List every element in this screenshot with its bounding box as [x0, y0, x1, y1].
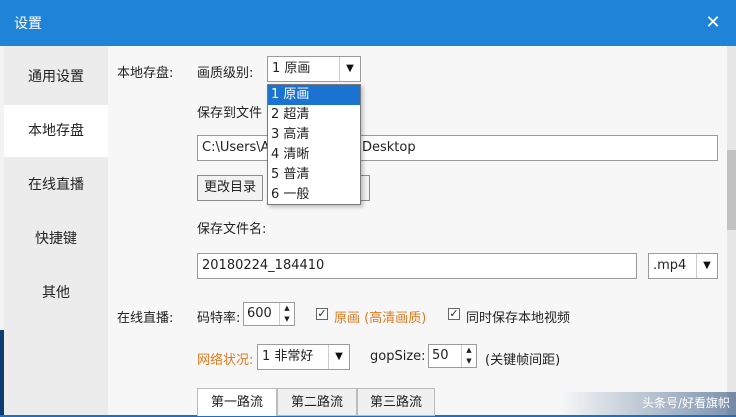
chevron-down-icon[interactable]: ▼ — [339, 57, 360, 81]
spinner-arrows-icon[interactable]: ▲ ▼ — [279, 303, 294, 325]
settings-window: 设置 ✕ 通用设置 本地存盘 在线直播 快捷键 其他 本地存盘: 画质级别: 1… — [0, 0, 736, 416]
quality-option-1[interactable]: 1 原画 — [268, 85, 360, 105]
watermark: 头条号/好看旗帜 — [560, 392, 736, 415]
desktop-edge — [0, 330, 4, 415]
close-icon[interactable]: ✕ — [700, 10, 726, 36]
title-bar: 设置 ✕ — [0, 0, 736, 46]
save-local-label: 同时保存本地视频 — [466, 311, 571, 326]
local-storage-section-label: 本地存盘: — [117, 66, 174, 81]
spinner-arrows-icon[interactable]: ▲ ▼ — [461, 345, 476, 367]
quality-dropdown-list: 1 原画 2 超清 3 高清 4 清晰 5 普清 6 一般 — [267, 84, 361, 205]
format-select-value: .mp4 — [653, 258, 687, 273]
quality-option-5[interactable]: 5 普清 — [268, 165, 360, 185]
quality-option-2[interactable]: 2 超清 — [268, 105, 360, 125]
sidebar-item-live[interactable]: 在线直播 — [4, 159, 108, 211]
gop-size-label: gopSize: — [370, 349, 426, 364]
quality-option-3[interactable]: 3 高清 — [268, 125, 360, 145]
quality-select[interactable]: 1 原画 ▼ — [267, 56, 361, 82]
save-path-suffix: Desktop — [362, 140, 416, 155]
quality-select-value: 1 原画 — [272, 61, 311, 76]
bitrate-spinner[interactable]: 600 ▲ ▼ — [243, 302, 295, 326]
tab-stream-2[interactable]: 第二路流 — [277, 388, 357, 416]
tab-stream-1[interactable]: 第一路流 — [197, 388, 277, 416]
filename-label: 保存文件名: — [197, 222, 267, 237]
scrollbar-thumb[interactable] — [727, 150, 736, 230]
gop-size-value: 50 — [432, 348, 449, 363]
quality-label: 画质级别: — [197, 66, 254, 81]
save-local-checkbox[interactable]: ✓ — [448, 308, 460, 320]
format-select[interactable]: .mp4 ▼ — [648, 253, 718, 279]
filename-input[interactable]: 20180224_184410 — [197, 253, 637, 279]
save-path-prefix: C:\Users\A — [202, 140, 270, 155]
quality-option-6[interactable]: 6 一般 — [268, 185, 360, 205]
original-quality-checkbox[interactable]: ✓ — [316, 308, 328, 320]
scrollbar-track[interactable] — [727, 46, 736, 415]
network-status-select[interactable]: 1 非常好 ▼ — [257, 344, 350, 370]
gop-note: (关键帧间距) — [485, 353, 561, 368]
sidebar-item-other[interactable]: 其他 — [4, 267, 108, 319]
sidebar-item-shortcuts[interactable]: 快捷键 — [4, 213, 108, 265]
change-directory-button[interactable]: 更改目录 — [197, 175, 264, 201]
network-status-value: 1 非常好 — [262, 349, 314, 364]
chevron-down-icon[interactable]: ▼ — [328, 345, 349, 369]
live-section-label: 在线直播: — [117, 311, 174, 326]
network-status-label: 网络状况: — [197, 353, 254, 368]
tab-stream-3[interactable]: 第三路流 — [357, 388, 435, 416]
chevron-down-icon[interactable]: ▼ — [696, 254, 717, 278]
bitrate-label: 码特率: — [197, 311, 241, 326]
gop-size-spinner[interactable]: 50 ▲ ▼ — [428, 344, 477, 368]
window-title: 设置 — [14, 16, 42, 32]
bitrate-value: 600 — [247, 306, 272, 321]
sidebar-item-local-storage[interactable]: 本地存盘 — [4, 105, 108, 157]
save-to-label: 保存到文件 — [197, 106, 263, 121]
quality-option-4[interactable]: 4 清晰 — [268, 145, 360, 165]
sidebar-item-general[interactable]: 通用设置 — [4, 51, 108, 103]
original-quality-label: 原画 (高清画质) — [334, 311, 427, 326]
